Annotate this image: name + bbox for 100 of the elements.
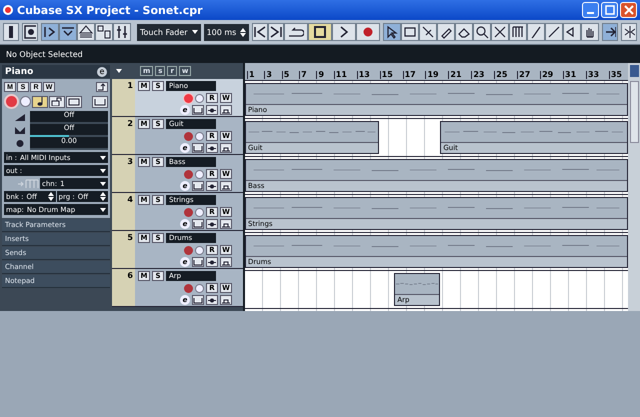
note-icon <box>36 97 44 106</box>
editor-button[interactable] <box>192 295 204 305</box>
line-icon <box>547 25 562 39</box>
insert-button[interactable] <box>206 219 218 229</box>
tool-button[interactable] <box>473 23 492 41</box>
caret-icon[interactable] <box>116 69 122 73</box>
monitor-button[interactable] <box>195 208 204 216</box>
monitor-button[interactable] <box>195 246 204 254</box>
bracket-icon <box>193 144 203 152</box>
close-button[interactable] <box>620 2 637 18</box>
tool-button[interactable] <box>437 23 456 41</box>
mute-icon <box>493 25 508 39</box>
tool-button[interactable] <box>545 23 564 41</box>
bar-number: 25 <box>494 71 508 79</box>
scroll-thumb[interactable] <box>630 81 638 143</box>
edit-button[interactable]: e <box>97 66 107 76</box>
timeline-ruler[interactable]: 1 3 5 7 9 11 13 15 17 19 21 23 25 27 29 31 33 35 <box>245 63 628 81</box>
maximize-button[interactable] <box>601 2 618 18</box>
tool-button[interactable] <box>401 23 420 41</box>
maximize-icon <box>604 5 614 15</box>
insert-button[interactable] <box>206 181 218 191</box>
record-enable-button[interactable] <box>184 94 193 102</box>
send-button[interactable] <box>220 257 232 267</box>
snap-button[interactable] <box>621 23 638 41</box>
spinner-arrows-icon <box>100 192 106 201</box>
monitor-button[interactable] <box>195 170 204 178</box>
toggle-button[interactable] <box>3 23 19 41</box>
mixer-icon[interactable] <box>113 23 131 41</box>
send-icon <box>221 296 231 304</box>
send-button[interactable] <box>220 105 232 115</box>
record-button[interactable] <box>356 23 380 41</box>
stop-icon <box>314 26 326 38</box>
send-icon <box>221 258 231 266</box>
go-to-start-button[interactable] <box>252 23 268 41</box>
record-enable-button[interactable] <box>184 170 193 178</box>
spinner-arrows-icon <box>48 192 54 201</box>
bar-number: 23 <box>471 71 484 79</box>
bar-number: 7 <box>299 71 307 79</box>
inspector-toggle-icon[interactable] <box>41 23 59 41</box>
caret-icon <box>100 208 106 212</box>
editor-button[interactable] <box>192 219 204 229</box>
track-number: 5 <box>127 233 133 244</box>
bar-number: 13 <box>356 71 370 79</box>
go-to-end-icon <box>270 26 282 38</box>
monitor-button[interactable] <box>195 94 204 102</box>
tool-button[interactable] <box>527 23 546 41</box>
send-button[interactable] <box>220 143 232 153</box>
record-enable-button[interactable] <box>4 94 19 109</box>
tool-button[interactable] <box>455 23 474 41</box>
insert-button[interactable] <box>206 257 218 267</box>
record-enable-button[interactable] <box>184 246 193 254</box>
window-title: Cubase SX Project - Sonet.cpr <box>17 4 204 16</box>
bar-icon <box>9 26 13 38</box>
track-name: Piano <box>5 66 34 76</box>
cycle-button[interactable] <box>284 23 308 41</box>
record-enable-button[interactable] <box>184 132 193 140</box>
constrain-delay-button[interactable] <box>22 23 38 41</box>
track-number: 2 <box>127 119 133 130</box>
bracket-icon <box>193 182 203 190</box>
note-button[interactable] <box>32 96 48 108</box>
bar-number: 31 <box>563 71 576 79</box>
editor-button[interactable] <box>192 181 204 191</box>
minimize-button[interactable] <box>582 2 599 18</box>
monitor-button[interactable] <box>195 284 204 292</box>
editor-button[interactable] <box>192 105 204 115</box>
tool-button[interactable] <box>563 23 582 41</box>
overview-toggle-icon[interactable] <box>77 23 95 41</box>
insert-button[interactable] <box>206 143 218 153</box>
bar-number: 9 <box>316 71 324 79</box>
editor-button[interactable] <box>192 143 204 153</box>
send-icon <box>221 106 231 114</box>
editor-button[interactable] <box>192 257 204 267</box>
go-to-end-button[interactable] <box>268 23 284 41</box>
record-enable-button[interactable] <box>184 284 193 292</box>
preroll-spinner[interactable]: 100 ms <box>204 24 250 40</box>
insert-button[interactable] <box>206 105 218 115</box>
tool-button[interactable] <box>491 23 510 41</box>
send-button[interactable] <box>220 219 232 229</box>
autoscroll-button[interactable] <box>602 23 618 41</box>
snap-icon <box>623 25 636 39</box>
send-button[interactable] <box>220 181 232 191</box>
routing-button[interactable] <box>96 82 108 92</box>
stop-button[interactable] <box>308 23 332 41</box>
insert-button[interactable] <box>206 295 218 305</box>
insert-icon <box>207 106 217 114</box>
insert-icon <box>207 258 217 266</box>
send-icon <box>221 144 231 152</box>
tool-button[interactable] <box>581 23 600 41</box>
tool-button[interactable] <box>383 23 402 41</box>
monitor-button[interactable] <box>20 96 31 107</box>
go-to-start-icon <box>254 26 266 38</box>
monitor-button[interactable] <box>195 132 204 140</box>
info-line-toggle-icon[interactable] <box>59 23 77 41</box>
track-number: 3 <box>127 157 133 168</box>
tool-button[interactable] <box>509 23 528 41</box>
send-button[interactable] <box>220 295 232 305</box>
record-enable-button[interactable] <box>184 208 193 216</box>
tool-button[interactable] <box>419 23 438 41</box>
play-button[interactable] <box>332 23 356 41</box>
automation-mode-dropdown[interactable]: Touch Fader <box>137 24 201 40</box>
